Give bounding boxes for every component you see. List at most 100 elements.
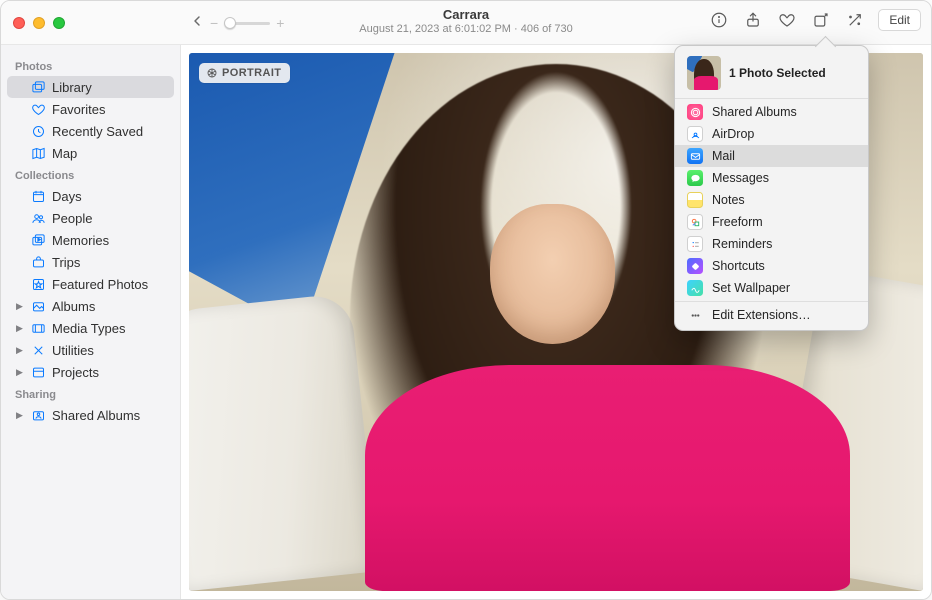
sidebar-section-header: Sharing — [7, 383, 174, 404]
share-item-shortcuts[interactable]: Shortcuts — [675, 255, 868, 277]
sidebar-item-label: Library — [52, 80, 166, 95]
map-icon — [30, 145, 46, 161]
albums-icon — [30, 298, 46, 314]
sidebar-item-label: Projects — [52, 365, 166, 380]
disclosure-icon[interactable]: ▶ — [15, 345, 24, 356]
sidebar-item-label: Favorites — [52, 102, 166, 117]
edit-button[interactable]: Edit — [878, 9, 921, 31]
sidebar-item-trips[interactable]: Trips — [7, 251, 174, 273]
sidebar-section-header: Collections — [7, 164, 174, 185]
popover-separator — [675, 301, 868, 302]
zoom-slider[interactable]: − + — [210, 15, 284, 31]
minimize-window-button[interactable] — [33, 17, 45, 29]
sidebar-item-media-types[interactable]: ▶ Media Types — [7, 317, 174, 339]
people-icon — [30, 210, 46, 226]
share-item-label: AirDrop — [712, 127, 754, 141]
rotate-button[interactable] — [810, 9, 832, 31]
mail-icon — [687, 148, 703, 164]
sidebar-item-library[interactable]: Library — [7, 76, 174, 98]
share-item-label: Set Wallpaper — [712, 281, 790, 295]
toolbar-right: Edit — [708, 9, 921, 31]
share-popover-title: 1 Photo Selected — [729, 66, 826, 80]
shortcuts-icon — [687, 258, 703, 274]
calendar-icon — [30, 188, 46, 204]
titlebar: − + Carrara August 21, 2023 at 6:01:02 P… — [1, 1, 931, 45]
disclosure-icon[interactable]: ▶ — [15, 367, 24, 378]
share-popover-header: 1 Photo Selected — [675, 52, 868, 96]
share-button[interactable] — [742, 9, 764, 31]
share-item-label: Shortcuts — [712, 259, 765, 273]
aperture-icon — [206, 67, 218, 79]
zoom-out-icon: − — [210, 15, 218, 31]
share-item-mail[interactable]: Mail — [675, 145, 868, 167]
sidebar-item-map[interactable]: Map — [7, 142, 174, 164]
sidebar-item-label: Albums — [52, 299, 166, 314]
reminders-icon — [687, 236, 703, 252]
sidebar-item-featured-photos[interactable]: Featured Photos — [7, 273, 174, 295]
sidebar-item-label: Memories — [52, 233, 166, 248]
sidebar-item-label: Featured Photos — [52, 277, 166, 292]
sidebar-item-days[interactable]: Days — [7, 185, 174, 207]
portrait-badge-label: PORTRAIT — [222, 67, 281, 79]
window-controls — [1, 17, 65, 29]
shared-albums-icon — [30, 407, 46, 423]
share-item-label: Mail — [712, 149, 735, 163]
share-item-set-wallpaper[interactable]: Set Wallpaper — [675, 277, 868, 299]
sidebar-item-label: Utilities — [52, 343, 166, 358]
disclosure-icon[interactable]: ▶ — [15, 301, 24, 312]
share-item-label: Notes — [712, 193, 745, 207]
photo-subtitle: August 21, 2023 at 6:01:02 PM · 406 of 7… — [359, 23, 572, 35]
projects-icon — [30, 364, 46, 380]
sidebar-item-label: Recently Saved — [52, 124, 166, 139]
sidebar-item-label: Days — [52, 189, 166, 204]
share-item-shared-albums[interactable]: Shared Albums — [675, 101, 868, 123]
sidebar-item-label: Map — [52, 146, 166, 161]
sidebar-item-label: People — [52, 211, 166, 226]
heart-icon — [30, 101, 46, 117]
share-item-label: Edit Extensions… — [712, 308, 811, 322]
share-item-messages[interactable]: Messages — [675, 167, 868, 189]
trips-icon — [30, 254, 46, 270]
zoom-in-icon: + — [276, 15, 284, 31]
sidebar-item-utilities[interactable]: ▶ Utilities — [7, 339, 174, 361]
messages-icon — [687, 170, 703, 186]
close-window-button[interactable] — [13, 17, 25, 29]
sidebar-item-albums[interactable]: ▶ Albums — [7, 295, 174, 317]
share-item-label: Shared Albums — [712, 105, 797, 119]
sidebar-item-people[interactable]: People — [7, 207, 174, 229]
sidebar-item-projects[interactable]: ▶ Projects — [7, 361, 174, 383]
sidebar: Photos Library Favorites Recently Saved … — [1, 45, 181, 599]
sidebar-item-shared-albums[interactable]: ▶ Shared Albums — [7, 404, 174, 426]
sidebar-item-memories[interactable]: Memories — [7, 229, 174, 251]
favorite-button[interactable] — [776, 9, 798, 31]
extensions-icon — [687, 307, 703, 323]
zoom-thumb[interactable] — [224, 17, 236, 29]
disclosure-icon[interactable]: ▶ — [15, 323, 24, 334]
sidebar-item-favorites[interactable]: Favorites — [7, 98, 174, 120]
share-item-reminders[interactable]: Reminders — [675, 233, 868, 255]
airdrop-icon — [687, 126, 703, 142]
share-item-edit-extensions[interactable]: Edit Extensions… — [675, 304, 868, 326]
share-item-label: Freeform — [712, 215, 763, 229]
share-item-label: Messages — [712, 171, 769, 185]
photos-window: − + Carrara August 21, 2023 at 6:01:02 P… — [0, 0, 932, 600]
photo-title: Carrara — [359, 7, 572, 22]
disclosure-icon[interactable]: ▶ — [15, 410, 24, 421]
info-button[interactable] — [708, 9, 730, 31]
sidebar-item-label: Shared Albums — [52, 408, 166, 423]
portrait-badge: PORTRAIT — [199, 63, 290, 83]
media-icon — [30, 320, 46, 336]
sidebar-section-header: Photos — [7, 55, 174, 76]
share-popover: 1 Photo Selected Shared Albums AirDrop M… — [674, 45, 869, 331]
memories-icon — [30, 232, 46, 248]
library-icon — [30, 79, 46, 95]
fullscreen-window-button[interactable] — [53, 17, 65, 29]
sidebar-item-recently-saved[interactable]: Recently Saved — [7, 120, 174, 142]
share-item-airdrop[interactable]: AirDrop — [675, 123, 868, 145]
back-button[interactable] — [189, 13, 205, 34]
share-item-freeform[interactable]: Freeform — [675, 211, 868, 233]
auto-enhance-button[interactable] — [844, 9, 866, 31]
share-item-notes[interactable]: Notes — [675, 189, 868, 211]
zoom-track[interactable] — [224, 22, 270, 25]
wallpaper-icon — [687, 280, 703, 296]
